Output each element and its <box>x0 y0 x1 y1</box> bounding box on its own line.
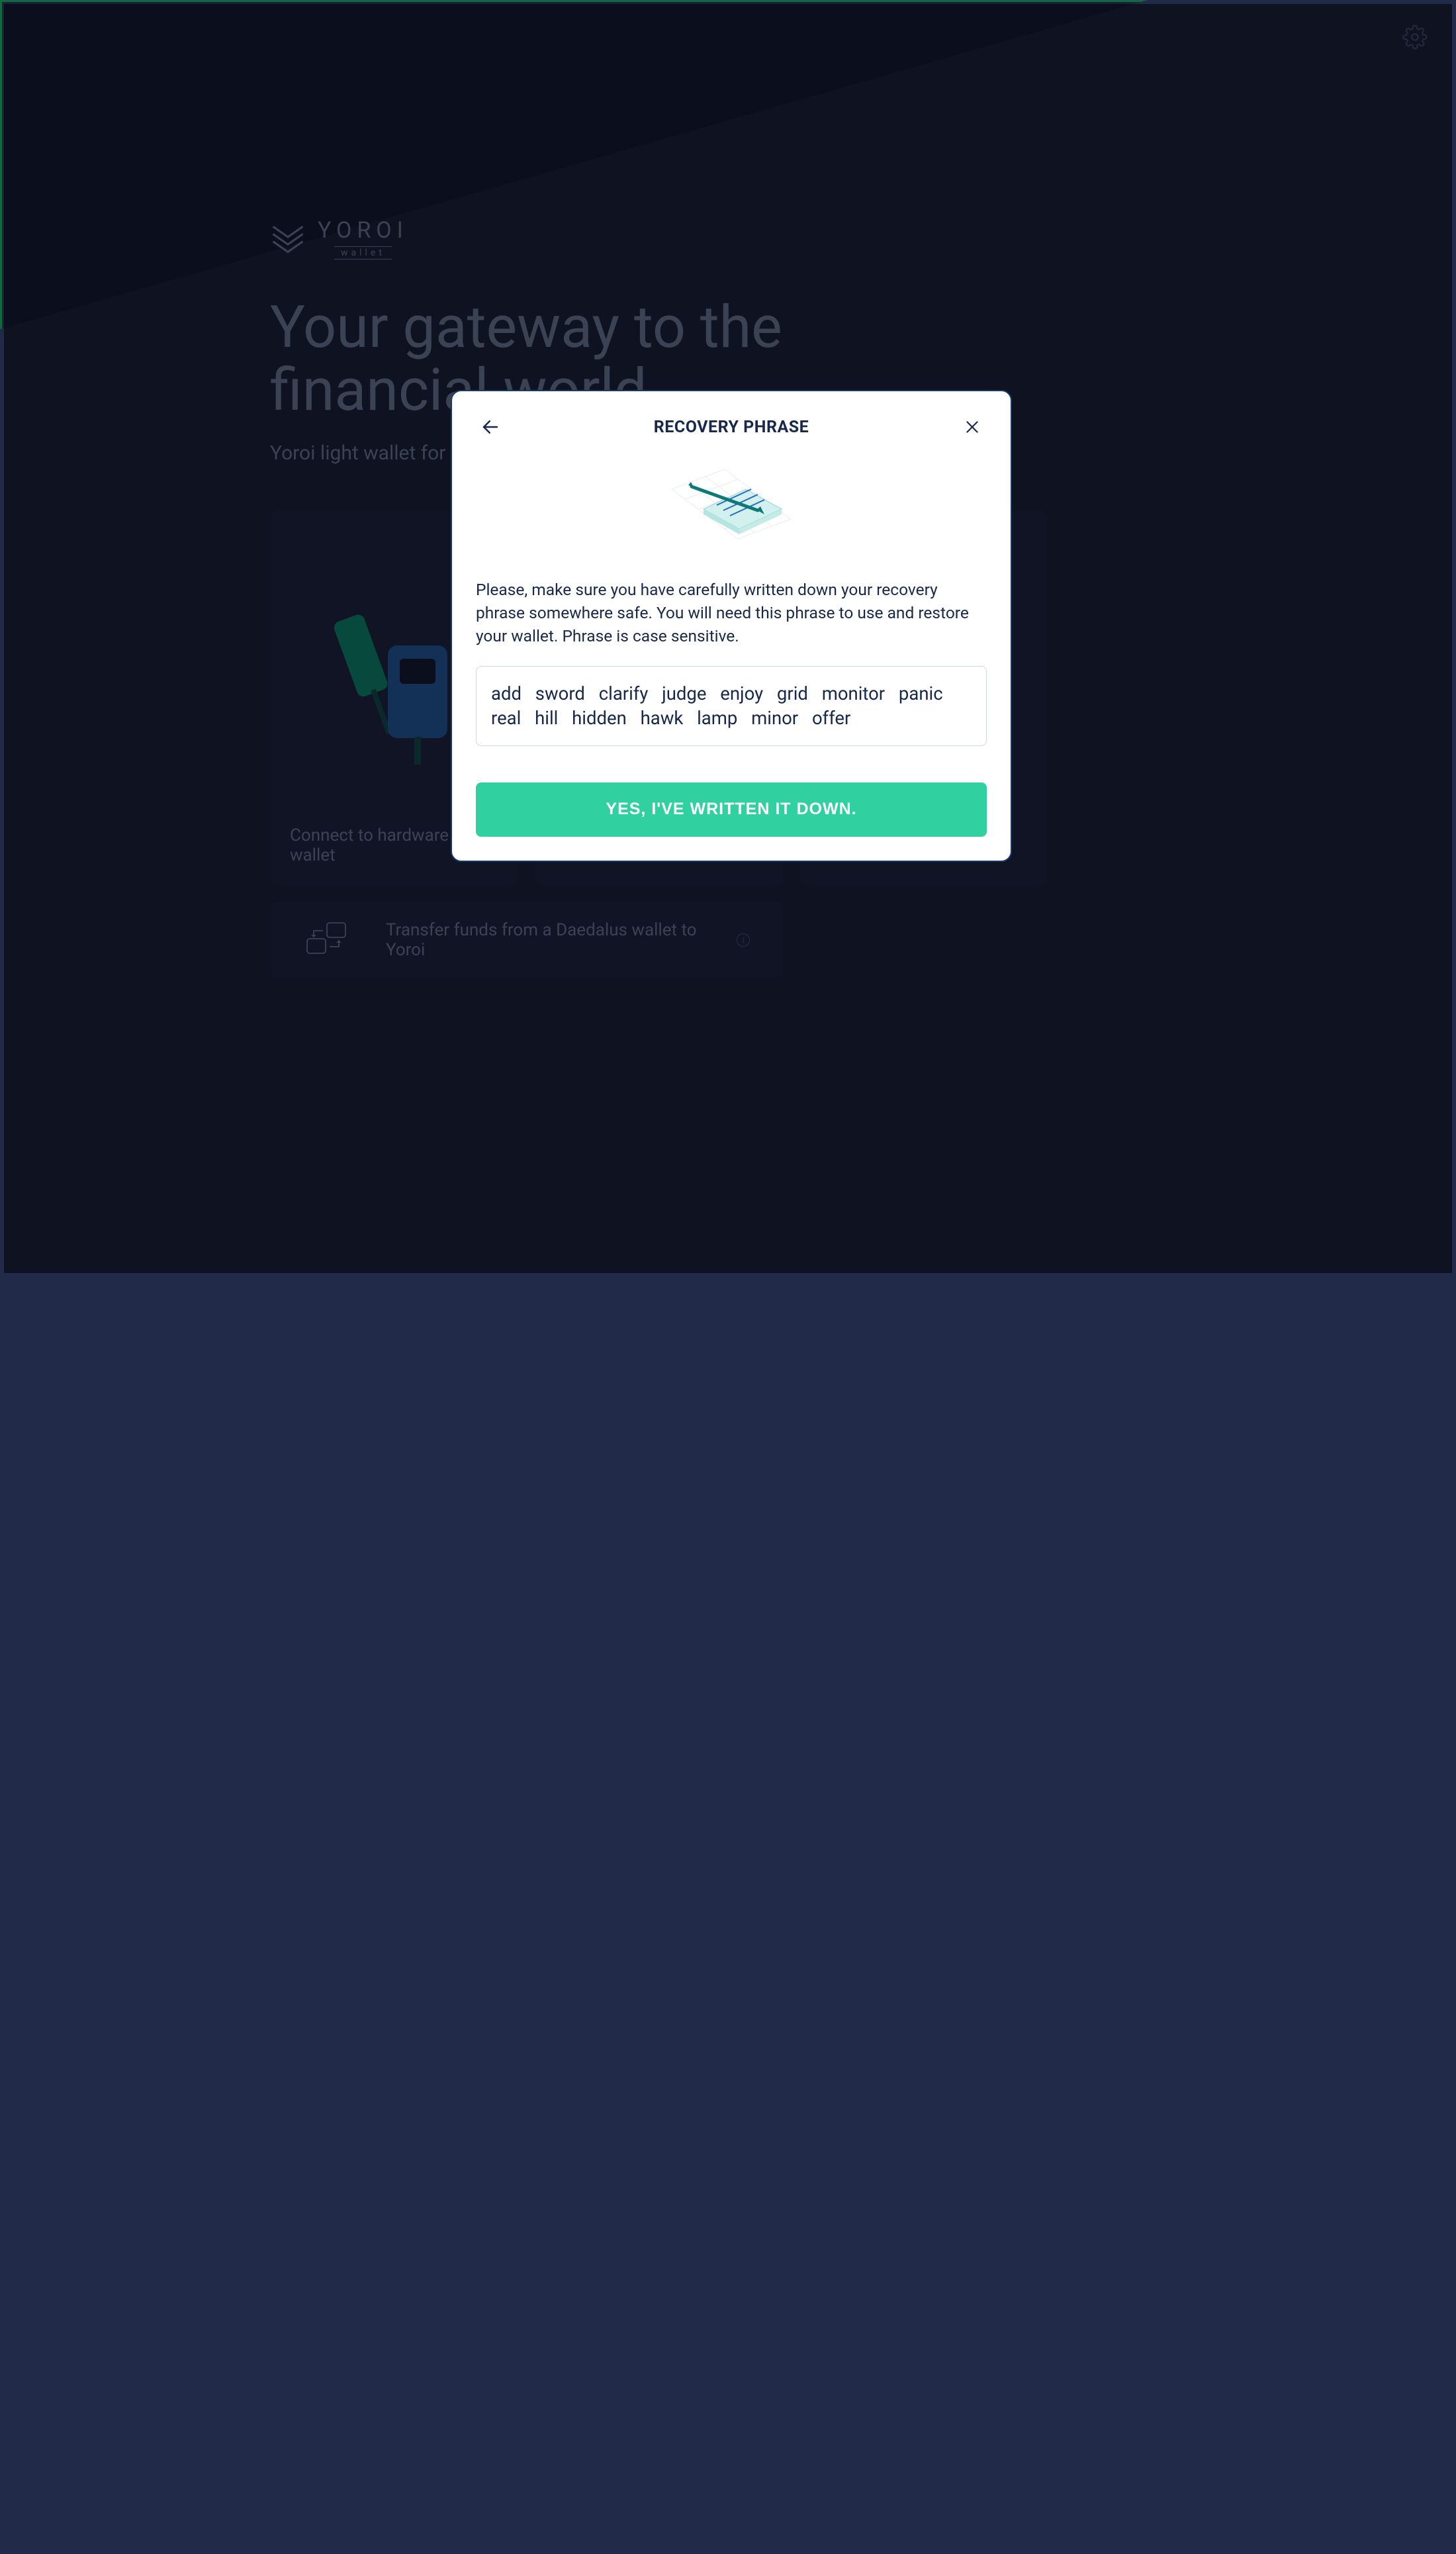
recovery-phrase-modal: RECOVERY PHRASE <box>451 390 1012 862</box>
confirm-written-button[interactable]: YES, I'VE WRITTEN IT DOWN. <box>476 782 987 837</box>
close-button[interactable] <box>960 415 984 439</box>
modal-header: RECOVERY PHRASE <box>476 415 987 439</box>
back-button[interactable] <box>478 415 502 439</box>
modal-instruction: Please, make sure you have carefully wri… <box>476 579 987 647</box>
arrow-left-icon <box>480 417 500 437</box>
recovery-phrase-display: add sword clarify judge enjoy grid monit… <box>476 666 987 745</box>
close-icon <box>964 418 981 436</box>
write-down-illustration <box>476 463 987 542</box>
modal-title: RECOVERY PHRASE <box>654 418 809 437</box>
